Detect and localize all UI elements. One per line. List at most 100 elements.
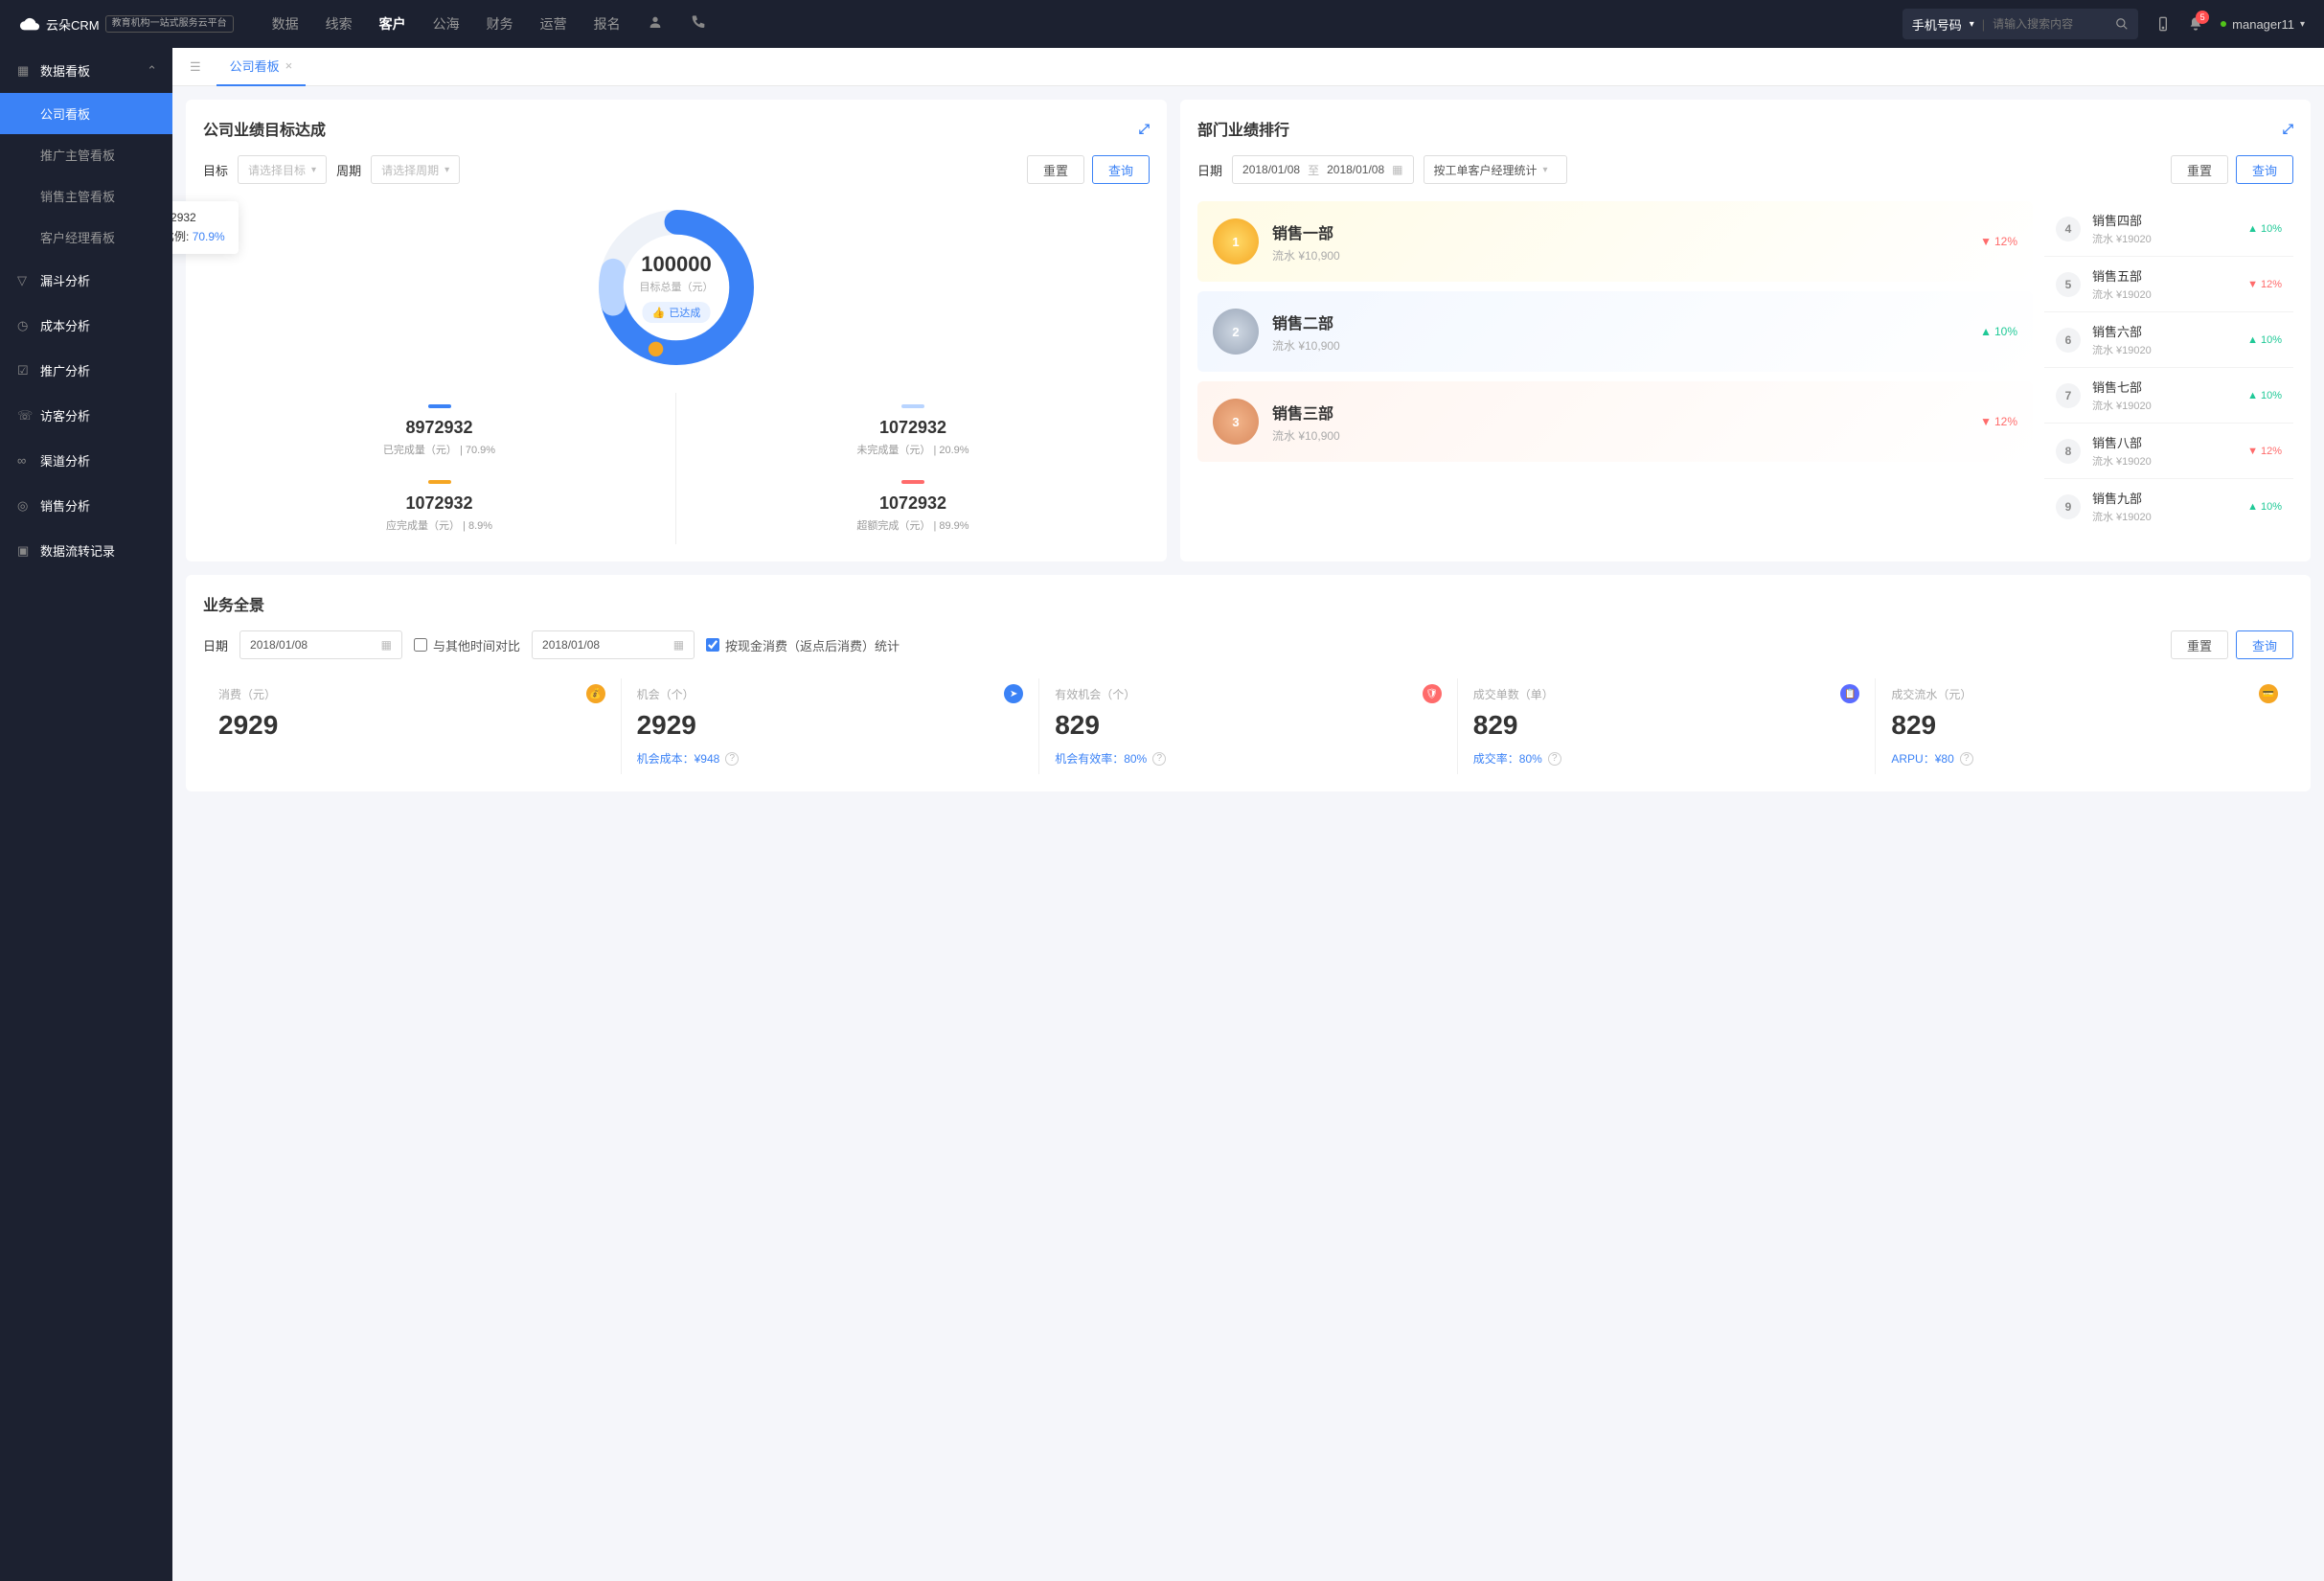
rank-row: 5 销售五部流水 ¥19020 ▼12%: [2044, 257, 2293, 312]
select-target[interactable]: 请选择目标▾: [238, 155, 327, 184]
expand-icon[interactable]: ⤢: [2283, 121, 2293, 137]
select-statby[interactable]: 按工单客户经理统计▾: [1424, 155, 1567, 184]
sidebar-item-sales-mgr[interactable]: 销售主管看板: [0, 175, 172, 217]
sidebar-item-company[interactable]: 公司看板: [0, 93, 172, 134]
compare-checkbox[interactable]: 与其他时间对比: [414, 636, 520, 654]
kpi-0: 消费（元） 💰 2929: [203, 678, 622, 774]
metric-over: 1072932 超额完成（元） | 89.9%: [676, 469, 1150, 544]
sidebar: ▦ 数据看板 ⌃ 公司看板 推广主管看板 销售主管看板 客户经理看板 ▽漏斗分析…: [0, 48, 172, 1581]
label-period: 周期: [336, 161, 361, 179]
calendar-icon: ▦: [673, 638, 684, 652]
nav-data[interactable]: 数据: [272, 14, 299, 34]
cash-checkbox[interactable]: 按现金消费（返点后消费）统计: [706, 636, 900, 654]
notif-badge: 5: [2196, 11, 2209, 24]
calendar-icon: ▦: [1392, 163, 1402, 176]
bell-icon[interactable]: 5: [2188, 16, 2203, 32]
tab-company-board[interactable]: 公司看板 ×: [216, 48, 307, 86]
trend-down: ▼12%: [1980, 415, 2017, 428]
reset-button[interactable]: 重置: [2171, 630, 2228, 659]
rank-2: 2 销售二部流水 ¥10,900 ▲10%: [1197, 291, 2033, 372]
kpi-icon: 💳: [2259, 684, 2278, 703]
search-icon[interactable]: [2115, 17, 2129, 31]
kpi-1: 机会（个） ➤ 2929 机会成本：¥948?: [622, 678, 1040, 774]
collapse-sidebar-icon[interactable]: ☰: [184, 59, 207, 75]
overview-title: 业务全景: [203, 592, 264, 615]
query-button[interactable]: 查询: [1092, 155, 1150, 184]
rank-1: 1 销售一部流水 ¥10,900 ▼12%: [1197, 201, 2033, 282]
sidebar-channel[interactable]: ∞渠道分析: [0, 438, 172, 483]
sidebar-funnel[interactable]: ▽漏斗分析: [0, 258, 172, 303]
sidebar-item-account-mgr[interactable]: 客户经理看板: [0, 217, 172, 258]
select-period[interactable]: 请选择周期▾: [371, 155, 460, 184]
reset-button[interactable]: 重置: [1027, 155, 1084, 184]
kpi-icon: 💰: [586, 684, 605, 703]
mobile-icon[interactable]: [2155, 16, 2171, 32]
sidebar-cost[interactable]: ◷成本分析: [0, 303, 172, 348]
search-input[interactable]: [1993, 17, 2108, 31]
sidebar-sales[interactable]: ◎销售分析: [0, 483, 172, 528]
app-header: 云朵CRM 教育机构一站式服务云平台 数据 线索 客户 公海 财务 运营 报名 …: [0, 0, 2324, 48]
card-rank: 部门业绩排行 ⤢ 日期 2018/01/08 至 2018/01/08 ▦ 按工…: [1180, 100, 2311, 561]
user-menu[interactable]: manager11 ▾: [2221, 17, 2305, 32]
reset-button[interactable]: 重置: [2171, 155, 2228, 184]
query-button[interactable]: 查询: [2236, 630, 2293, 659]
search-box[interactable]: 手机号码 ▾ |: [1902, 9, 2138, 39]
trend-up: ▲10%: [2247, 334, 2282, 346]
label-date: 日期: [1197, 161, 1222, 179]
chart-tooltip: 1072932 所占比例: 70.9%: [172, 201, 239, 254]
card-target: 公司业绩目标达成 ⤢ 目标 请选择目标▾ 周期 请选择周期▾ 重置 查询: [186, 100, 1167, 561]
close-icon[interactable]: ×: [285, 58, 293, 73]
label-date: 日期: [203, 636, 228, 654]
trend-down: ▼12%: [1980, 235, 2017, 248]
card-overview: 业务全景 日期 2018/01/08▦ 与其他时间对比 2018/01/08▦ …: [186, 575, 2311, 791]
search-type[interactable]: 手机号码: [1912, 15, 1962, 34]
nav-ops[interactable]: 运营: [540, 14, 567, 34]
donut-total: 100000: [640, 252, 714, 277]
calendar-icon: ▦: [381, 638, 392, 652]
nav-leads[interactable]: 线索: [326, 14, 353, 34]
kpi-row: 消费（元） 💰 2929 机会（个） ➤ 2929 机会成本：¥948? 有效机…: [203, 678, 2293, 774]
target-metrics: 8972932 已完成量（元） | 70.9% 1072932 未完成量（元） …: [203, 393, 1150, 544]
help-icon[interactable]: ?: [1960, 752, 1973, 766]
nav-pool[interactable]: 公海: [433, 14, 460, 34]
rank-row: 6 销售六部流水 ¥19020 ▲10%: [2044, 312, 2293, 368]
expand-icon[interactable]: ⤢: [1139, 121, 1150, 137]
cloud-icon: [19, 13, 40, 34]
kpi-3: 成交单数（单） 📋 829 成交率：80%?: [1458, 678, 1877, 774]
nav-user-icon[interactable]: [648, 14, 663, 34]
rank-row: 8 销售八部流水 ¥19020 ▼12%: [2044, 424, 2293, 479]
nav-finance[interactable]: 财务: [487, 14, 513, 34]
date-input-2[interactable]: 2018/01/08▦: [532, 630, 695, 659]
rank-number: 7: [2056, 383, 2081, 408]
arrow-up-icon: ▲: [1980, 325, 1992, 338]
help-icon[interactable]: ?: [1152, 752, 1166, 766]
chevron-up-icon: ⌃: [147, 63, 157, 79]
chevron-down-icon: ▾: [1543, 165, 1548, 175]
sidebar-promo[interactable]: ☑推广分析: [0, 348, 172, 393]
sidebar-visitor[interactable]: ☏访客分析: [0, 393, 172, 438]
nav-customer[interactable]: 客户: [379, 14, 406, 34]
metric-undone: 1072932 未完成量（元） | 20.9%: [676, 393, 1150, 469]
rank-rest: 4 销售四部流水 ¥19020 ▲10% 5 销售五部流水 ¥19020 ▼12…: [2044, 201, 2293, 534]
nav-signup[interactable]: 报名: [594, 14, 621, 34]
sidebar-flow[interactable]: ▣数据流转记录: [0, 528, 172, 573]
trend-up: ▲10%: [2247, 223, 2282, 235]
tab-bar: ☰ 公司看板 ×: [172, 48, 2324, 86]
help-icon[interactable]: ?: [725, 752, 739, 766]
dashboard-icon: ▦: [17, 63, 31, 79]
query-button[interactable]: 查询: [2236, 155, 2293, 184]
label-target: 目标: [203, 161, 228, 179]
sidebar-group-dashboard[interactable]: ▦ 数据看板 ⌃: [0, 48, 172, 93]
header-right: 手机号码 ▾ | 5 manager11 ▾: [1902, 9, 2305, 39]
arrow-down-icon: ▼: [1980, 235, 1992, 248]
nav-phone-icon[interactable]: [690, 14, 705, 34]
rank-number: 9: [2056, 494, 2081, 519]
date-range[interactable]: 2018/01/08 至 2018/01/08 ▦: [1232, 155, 1413, 184]
sidebar-item-promo-mgr[interactable]: 推广主管看板: [0, 134, 172, 175]
date-input-1[interactable]: 2018/01/08▦: [239, 630, 402, 659]
rank-number: 5: [2056, 272, 2081, 297]
rank-number: 4: [2056, 217, 2081, 241]
help-icon[interactable]: ?: [1548, 752, 1561, 766]
rank-title: 部门业绩排行: [1197, 117, 1289, 140]
logo-text: 云朵CRM: [46, 15, 100, 34]
